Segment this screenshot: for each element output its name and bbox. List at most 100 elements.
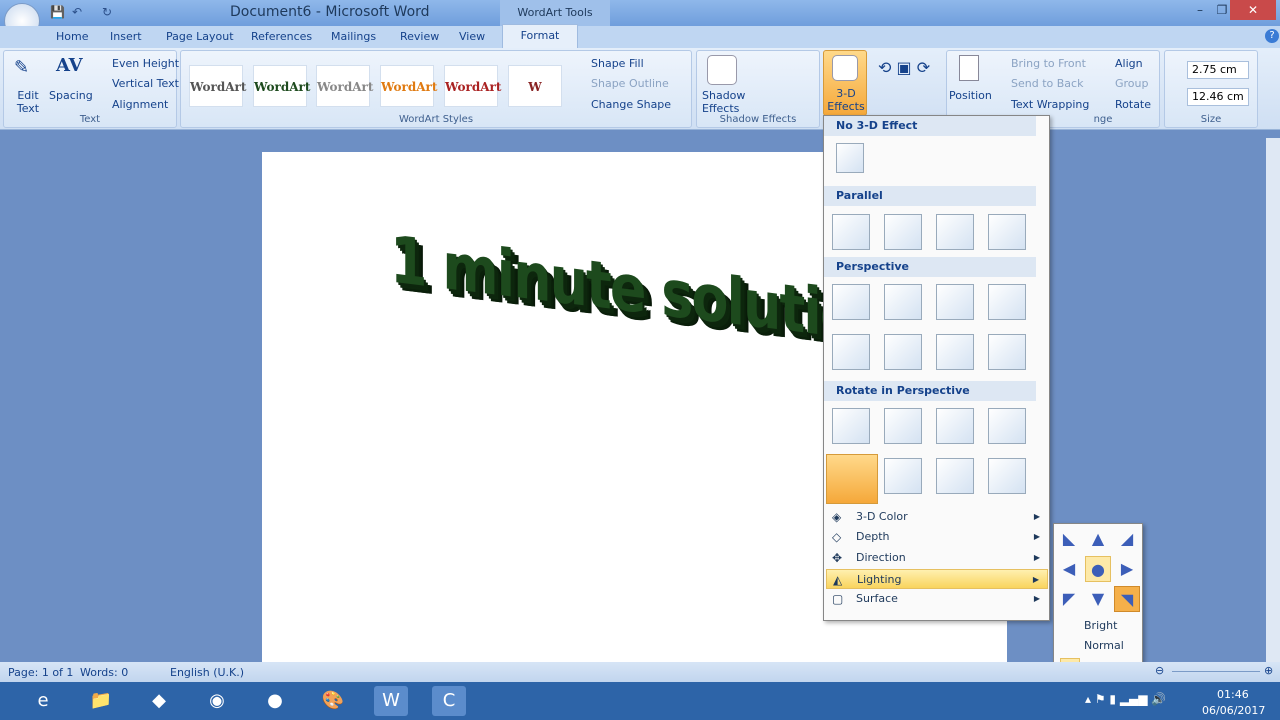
light-direction-icon[interactable]: ◣ <box>1056 526 1082 552</box>
chrome-icon[interactable]: ◉ <box>200 686 234 716</box>
perspective-option[interactable] <box>988 284 1026 320</box>
firefox-icon[interactable]: ● <box>258 686 292 716</box>
tab-mailings[interactable]: Mailings <box>331 30 376 43</box>
group-label: nge <box>1093 114 1113 125</box>
rotate-perspective-option[interactable] <box>884 408 922 444</box>
change-shape-button[interactable]: Change Shape <box>591 98 671 111</box>
rotate-perspective-option[interactable] <box>936 458 974 494</box>
lighting-normal[interactable]: Normal <box>1054 636 1142 656</box>
rotate-perspective-option[interactable] <box>832 408 870 444</box>
position-button[interactable]: Position <box>949 89 992 102</box>
wordart-style[interactable]: WordArt <box>444 65 501 107</box>
rotate-perspective-option[interactable] <box>936 408 974 444</box>
light-direction-icon[interactable]: ▲ <box>1085 526 1111 552</box>
light-direction-icon-selected[interactable]: ◥ <box>1114 586 1140 612</box>
redo-icon[interactable]: ↻ <box>102 5 112 19</box>
menu-item-depth[interactable]: ◇ Depth ▶ <box>826 527 1048 547</box>
perspective-option[interactable] <box>832 284 870 320</box>
parallel-option[interactable] <box>832 214 870 250</box>
light-direction-icon[interactable]: ● <box>1085 556 1111 582</box>
help-icon[interactable]: ? <box>1265 29 1279 43</box>
spacing-button[interactable]: Spacing <box>49 89 93 102</box>
parallel-option[interactable] <box>936 214 974 250</box>
parallel-option[interactable] <box>884 214 922 250</box>
wordart-style[interactable]: W <box>508 65 562 107</box>
tab-view[interactable]: View <box>459 30 485 43</box>
paint-icon[interactable]: 🎨 <box>316 686 350 716</box>
alignment-button[interactable]: Alignment <box>112 98 168 111</box>
3d-effects-button[interactable]: 3-D Effects <box>823 50 867 116</box>
shape-fill-button[interactable]: Shape Fill <box>591 57 644 70</box>
language[interactable]: English (U.K.) <box>170 666 244 679</box>
lighting-bright[interactable]: Bright <box>1054 616 1142 636</box>
menu-item-lighting[interactable]: ◭ Lighting ▶ <box>826 569 1048 589</box>
tab-format[interactable]: Format <box>502 24 578 48</box>
light-direction-icon[interactable]: ◀ <box>1056 556 1082 582</box>
perspective-option[interactable] <box>884 334 922 370</box>
tab-home[interactable]: Home <box>56 30 88 43</box>
menu-item-surface[interactable]: ▢ Surface ▶ <box>826 589 1048 609</box>
submenu-arrow-icon: ▶ <box>1032 575 1039 584</box>
light-direction-icon[interactable]: ▼ <box>1085 586 1111 612</box>
light-direction-icon[interactable]: ▶ <box>1114 556 1140 582</box>
save-icon[interactable]: 💾 <box>50 5 65 19</box>
rotate-perspective-option-selected[interactable] <box>826 454 878 504</box>
group-button[interactable]: Group <box>1115 77 1149 90</box>
zoom-in-icon[interactable]: ⊕ <box>1264 664 1273 677</box>
light-direction-icon[interactable]: ◤ <box>1056 586 1082 612</box>
wordart-style[interactable]: WordArt <box>380 65 437 107</box>
light-direction-icon[interactable]: ◢ <box>1114 526 1140 552</box>
tab-insert[interactable]: Insert <box>110 30 142 43</box>
rotate-perspective-option[interactable] <box>884 458 922 494</box>
shape-outline-button[interactable]: Shape Outline <box>591 77 669 90</box>
title-bar <box>0 0 1280 26</box>
no-3d-option[interactable] <box>836 143 864 173</box>
tilt-icons[interactable]: ⟲ ▣ ⟳ <box>878 58 930 77</box>
tray-icons[interactable]: ▴ ⚑ ▮ ▂▄▆ 🔊 <box>1085 692 1166 706</box>
clock-time[interactable]: 01:46 <box>1217 688 1249 701</box>
bring-to-front-button[interactable]: Bring to Front <box>1011 57 1086 70</box>
close-button[interactable]: ✕ <box>1230 0 1276 20</box>
rotate-perspective-option[interactable] <box>988 408 1026 444</box>
wordart-style[interactable]: WordArt <box>189 65 246 107</box>
perspective-option[interactable] <box>884 284 922 320</box>
visual-studio-icon[interactable]: ◆ <box>142 686 176 716</box>
zoom-slider[interactable] <box>1172 671 1260 672</box>
shadow-effects-button[interactable]: Shadow Effects <box>702 89 745 115</box>
height-input[interactable]: 2.75 cm <box>1187 61 1249 79</box>
perspective-option[interactable] <box>936 334 974 370</box>
wordart-style[interactable]: WordArt <box>316 65 373 107</box>
perspective-option[interactable] <box>936 284 974 320</box>
even-height-button[interactable]: Even Height <box>112 57 179 70</box>
camtasia-icon[interactable]: C <box>432 686 466 716</box>
perspective-option[interactable] <box>988 334 1026 370</box>
folder-icon[interactable]: 📁 <box>84 686 118 716</box>
word-count[interactable]: Words: 0 <box>80 666 128 679</box>
align-button[interactable]: Align <box>1115 57 1143 70</box>
clock-date[interactable]: 06/06/2017 <box>1202 704 1265 717</box>
rotate-perspective-option[interactable] <box>988 458 1026 494</box>
shadow-effects-group: Shadow Effects Shadow Effects <box>696 50 820 128</box>
send-to-back-button[interactable]: Send to Back <box>1011 77 1083 90</box>
tab-references[interactable]: References <box>251 30 312 43</box>
vertical-scrollbar[interactable] <box>1266 138 1280 662</box>
zoom-out-icon[interactable]: ⊖ <box>1155 664 1164 677</box>
edit-text-button[interactable]: Edit Text <box>16 89 40 115</box>
lighting-submenu: ◣ ▲ ◢ ◀ ● ▶ ◤ ▼ ◥ Bright Normal Dim <box>1053 523 1143 678</box>
page-count[interactable]: Page: 1 of 1 <box>8 666 73 679</box>
wordart-style[interactable]: WordArt <box>253 65 310 107</box>
rotate-button[interactable]: Rotate <box>1115 98 1151 111</box>
ie-icon[interactable]: e <box>26 686 60 716</box>
group-label: Shadow Effects <box>719 114 797 125</box>
tab-page-layout[interactable]: Page Layout <box>166 30 234 43</box>
width-input[interactable]: 12.46 cm <box>1187 88 1249 106</box>
menu-item-direction[interactable]: ✥ Direction ▶ <box>826 548 1048 568</box>
undo-icon[interactable]: ↶ <box>72 5 82 19</box>
menu-item-3d-color[interactable]: ◈ 3-D Color ▶ <box>826 507 1048 527</box>
vertical-text-button[interactable]: Vertical Text <box>112 77 179 90</box>
parallel-option[interactable] <box>988 214 1026 250</box>
perspective-option[interactable] <box>832 334 870 370</box>
word-icon[interactable]: W <box>374 686 408 716</box>
text-wrapping-button[interactable]: Text Wrapping <box>1011 98 1089 111</box>
tab-review[interactable]: Review <box>400 30 439 43</box>
